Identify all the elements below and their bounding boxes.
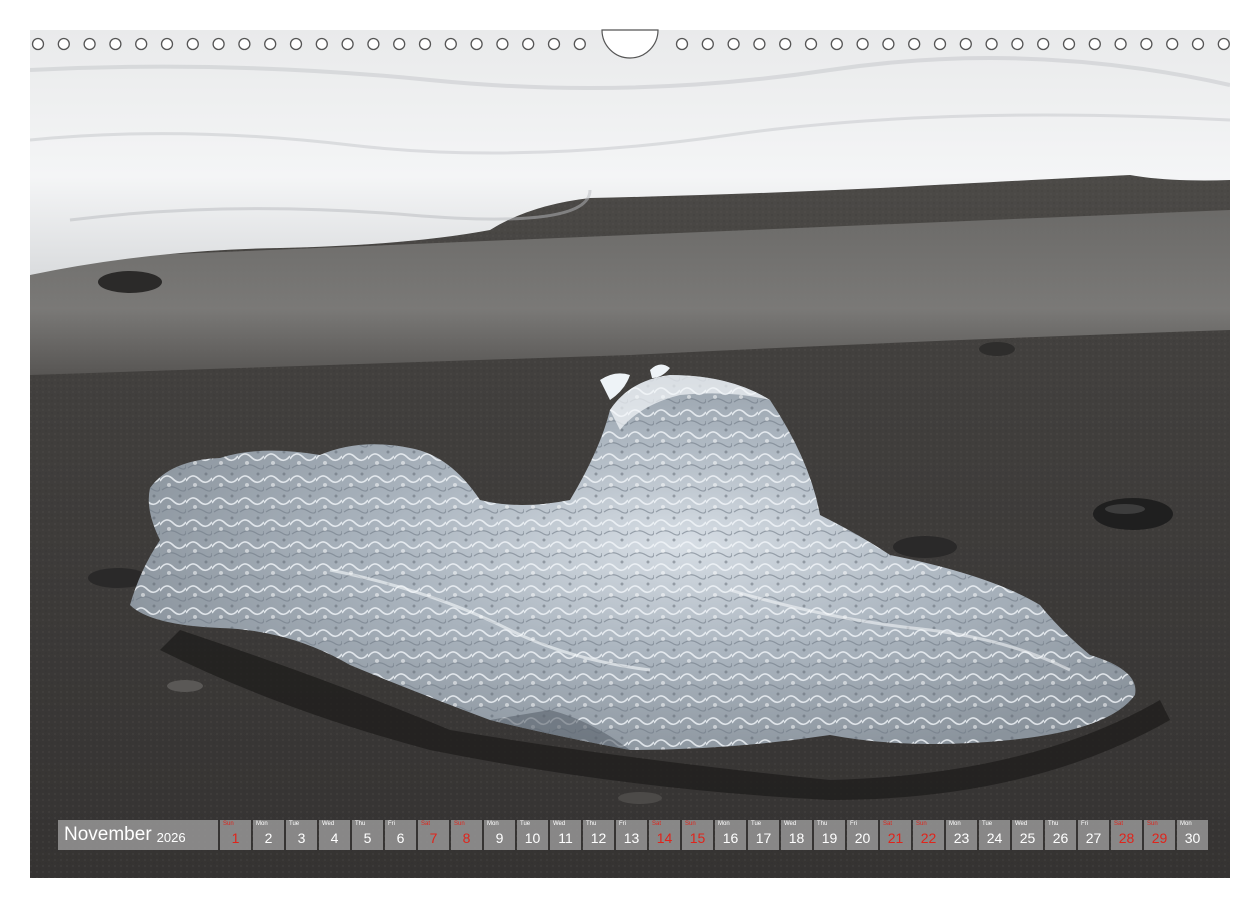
weekday-label: Sat [652, 821, 662, 827]
day-cell: Mon 9 [484, 820, 515, 850]
day-cell: Sat 21 [880, 820, 911, 850]
day-number: 15 [689, 830, 706, 846]
weekday-label: Sun [223, 821, 234, 827]
day-number: 10 [524, 830, 541, 846]
weekday-label: Thu [586, 821, 597, 827]
day-cell: Thu 12 [583, 820, 614, 850]
weekday-label: Sat [1114, 821, 1124, 827]
day-number: 25 [1019, 830, 1036, 846]
day-cell: Mon 23 [946, 820, 977, 850]
day-number: 29 [1151, 830, 1168, 846]
day-cell: Sat 7 [418, 820, 449, 850]
day-cell: Fri 27 [1078, 820, 1109, 850]
weekday-label: Mon [487, 821, 499, 827]
day-number: 22 [920, 830, 937, 846]
day-number: 20 [854, 830, 871, 846]
day-number: 30 [1184, 830, 1201, 846]
month-label: November 2026 [58, 820, 218, 850]
day-cell: Tue 24 [979, 820, 1010, 850]
day-cell: Sat 28 [1111, 820, 1142, 850]
day-number: 13 [623, 830, 640, 846]
day-number: 3 [297, 830, 306, 846]
day-number: 12 [590, 830, 607, 846]
day-cell: Wed 25 [1012, 820, 1043, 850]
day-cell: Mon 30 [1177, 820, 1208, 850]
day-number: 27 [1085, 830, 1102, 846]
calendar-photo [30, 30, 1230, 878]
day-cell: Tue 10 [517, 820, 548, 850]
weekday-label: Fri [1081, 821, 1088, 827]
year-label: 2026 [156, 829, 186, 845]
weekday-label: Sun [454, 821, 465, 827]
weekday-label: Thu [817, 821, 828, 827]
day-number: 23 [953, 830, 970, 846]
day-cell: Sun 15 [682, 820, 713, 850]
day-cell: Thu 5 [352, 820, 383, 850]
day-number: 21 [887, 830, 904, 846]
day-cell: Fri 13 [616, 820, 647, 850]
day-cell: Thu 26 [1045, 820, 1076, 850]
weekday-label: Sun [685, 821, 696, 827]
day-number: 24 [986, 830, 1003, 846]
weekday-label: Fri [619, 821, 626, 827]
weekday-label: Fri [850, 821, 857, 827]
day-cell: Wed 4 [319, 820, 350, 850]
month-name: November [64, 824, 152, 845]
day-cell: Tue 3 [286, 820, 317, 850]
day-number: 8 [462, 830, 471, 846]
weekday-label: Wed [553, 821, 566, 827]
day-number: 14 [656, 830, 673, 846]
calendar-bar: November 2026 Sun 1 Mon 2 Tue 3 Wed 4 Thu 5 Fri 6 Sa… [58, 820, 1208, 850]
weekday-label: Wed [1015, 821, 1028, 827]
day-cell: Sat 14 [649, 820, 680, 850]
day-cell: Fri 6 [385, 820, 416, 850]
weekday-label: Sun [1147, 821, 1158, 827]
weekday-label: Tue [982, 821, 993, 827]
weekday-label: Thu [1048, 821, 1059, 827]
weekday-label: Mon [718, 821, 730, 827]
weekday-label: Sun [916, 821, 927, 827]
weekday-label: Wed [784, 821, 797, 827]
day-cells: Sun 1 Mon 2 Tue 3 Wed 4 Thu 5 Fri 6 Sat 7 Sun 8 Mon 9 Tue 1… [220, 820, 1208, 850]
day-cell: Sun 29 [1144, 820, 1175, 850]
day-number: 26 [1052, 830, 1069, 846]
weekday-label: Thu [355, 821, 366, 827]
day-number: 19 [821, 830, 838, 846]
day-number: 7 [429, 830, 438, 846]
weekday-label: Sat [421, 821, 431, 827]
day-cell: Thu 19 [814, 820, 845, 850]
weekday-label: Mon [256, 821, 268, 827]
day-number: 9 [495, 830, 504, 846]
weekday-label: Mon [949, 821, 961, 827]
day-cell: Mon 2 [253, 820, 284, 850]
day-number: 4 [330, 830, 339, 846]
day-number: 5 [363, 830, 372, 846]
day-number: 11 [558, 830, 573, 846]
day-number: 2 [264, 830, 273, 846]
ice-on-black-sand-photo [30, 30, 1230, 878]
day-number: 6 [396, 830, 405, 846]
day-cell: Sun 1 [220, 820, 251, 850]
day-cell: Sun 22 [913, 820, 944, 850]
day-number: 18 [788, 830, 805, 846]
weekday-label: Mon [1180, 821, 1192, 827]
day-cell: Wed 18 [781, 820, 812, 850]
day-cell: Mon 16 [715, 820, 746, 850]
day-cell: Sun 8 [451, 820, 482, 850]
day-number: 1 [231, 830, 240, 846]
weekday-label: Wed [322, 821, 335, 827]
day-number: 17 [755, 830, 772, 846]
weekday-label: Tue [751, 821, 762, 827]
day-cell: Wed 11 [550, 820, 581, 850]
weekday-label: Tue [520, 821, 531, 827]
day-cell: Tue 17 [748, 820, 779, 850]
day-cell: Fri 20 [847, 820, 878, 850]
day-number: 28 [1118, 830, 1135, 846]
weekday-label: Tue [289, 821, 300, 827]
weekday-label: Sat [883, 821, 893, 827]
day-number: 16 [722, 830, 739, 846]
weekday-label: Fri [388, 821, 395, 827]
